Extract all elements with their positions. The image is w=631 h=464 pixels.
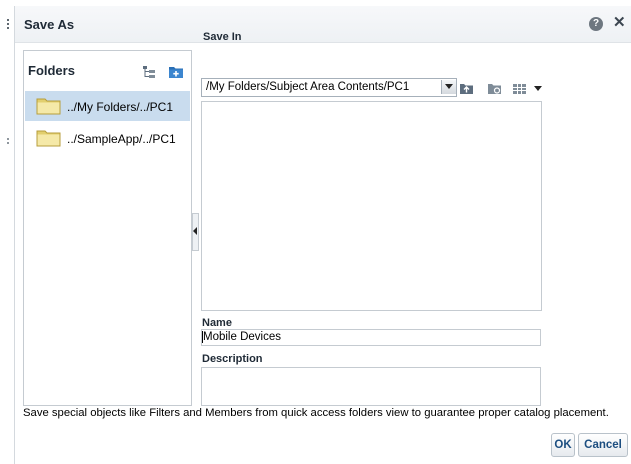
help-icon[interactable]: ? [589,17,603,31]
tree-view-icon[interactable] [142,65,156,79]
folder-item-label: ../SampleApp/../PC1 [67,132,176,146]
name-label: Name [202,317,232,329]
up-folder-icon[interactable] [459,82,474,95]
placement-hint: Save special objects like Filters and Me… [23,407,609,419]
resize-grip[interactable] [7,19,12,29]
save-in-path-value: /My Folders/Subject Area Contents/PC1 [206,81,410,93]
description-label: Description [202,353,263,365]
folder-icon [36,98,61,115]
description-input[interactable] [201,367,541,406]
save-in-label: Save In [203,31,242,43]
folder-contents-area[interactable] [201,101,542,311]
save-in-path-select[interactable]: /My Folders/Subject Area Contents/PC1 [201,78,457,97]
folder-item-label: ../My Folders/../PC1 [67,100,174,114]
close-icon[interactable]: ✕ [613,14,626,32]
dialog-title: Save As [24,17,75,32]
cancel-button[interactable]: Cancel [578,433,628,457]
folder-properties-icon[interactable] [487,82,502,95]
view-options-dropdown-icon[interactable] [534,86,542,91]
collapse-arrow-icon [193,227,197,235]
name-input-value: Mobile Devices [203,331,281,343]
name-input[interactable]: Mobile Devices [201,329,541,346]
folders-panel: Folders ../My Folders/../PC1 ../SampleAp… [23,50,192,406]
folder-item-my-folders[interactable]: ../My Folders/../PC1 [25,91,190,121]
folder-item-sampleapp[interactable]: ../SampleApp/../PC1 [25,123,190,153]
view-options-icon[interactable] [512,82,527,95]
panel-splitter[interactable] [192,213,199,251]
dialog-titlebar: Save As ? ✕ [15,6,631,43]
edge-marker [7,138,11,144]
save-as-dialog: Save As ? ✕ Folders ../My Folders/../PC1 [7,6,631,464]
folders-title: Folders [28,63,75,78]
folder-icon [36,130,61,147]
new-folder-icon[interactable] [168,64,184,79]
dropdown-button[interactable] [441,80,456,94]
ok-button[interactable]: OK [551,433,575,457]
